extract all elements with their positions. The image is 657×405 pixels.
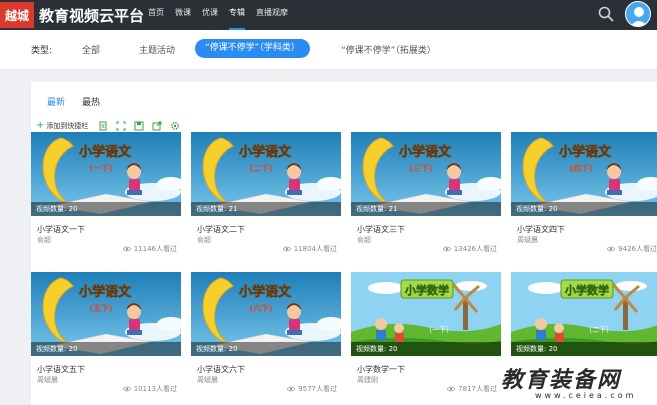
view-count-text: 10113人看过	[133, 385, 177, 393]
svg-text:(五下): (五下)	[89, 304, 112, 313]
add-to-quickbar-button[interactable]: + 添加到快捷栏	[36, 120, 88, 131]
video-count: 视频数量: 20	[511, 202, 657, 216]
album-author: 周斌晨	[197, 376, 218, 384]
watermark-url: www.ceiea.com	[535, 391, 637, 400]
svg-text:小学数学: 小学数学	[404, 283, 449, 297]
svg-text:(二下): (二下)	[249, 164, 272, 173]
sort-hottest[interactable]: 最热	[82, 95, 100, 108]
type-filter-bar: 类型: 全部 主题活动 “停课不停学”（学科类） “停课不停学”（拓展类）	[0, 30, 657, 70]
filter-extension[interactable]: “停课不停学”（拓展类）	[341, 43, 436, 56]
album-title[interactable]: 小学语文四下	[517, 224, 565, 235]
eye-icon	[282, 246, 291, 252]
album-title[interactable]: 小学语文五下	[37, 364, 85, 375]
svg-text:（二下）: （二下）	[585, 326, 613, 334]
settings-icon[interactable]	[170, 121, 180, 131]
view-count: 11804人看过	[282, 244, 337, 254]
video-count: 视频数量: 20	[511, 342, 657, 356]
album-author: 周建刚	[357, 376, 378, 384]
album-card[interactable]: 小学语文 (一下) 视频数量: 20 小学语文一下 俞超 11146人看过	[31, 132, 181, 254]
video-count: 视频数量: 21	[351, 202, 501, 216]
filter-subject[interactable]: “停课不停学”（学科类）	[195, 39, 310, 58]
album-author: 周斌晨	[37, 376, 58, 384]
nav-quality-course[interactable]: 优课	[202, 0, 218, 30]
watermark-logo: 教育装备网 www.ceiea.com	[495, 360, 655, 405]
site-title[interactable]: 教育视频云平台	[39, 5, 144, 26]
top-header: 越城 教育视频云平台 首页 微课 优课 专辑 直播观摩	[0, 0, 657, 30]
save-icon[interactable]	[134, 121, 144, 131]
svg-text:(四下): (四下)	[569, 164, 592, 173]
view-count-text: 9426人看过	[618, 245, 657, 253]
svg-text:(六下): (六下)	[249, 303, 272, 313]
view-count-text: 11804人看过	[293, 245, 337, 253]
svg-text:（一下）: （一下）	[425, 326, 453, 334]
view-count: 13426人看过	[442, 244, 497, 254]
nav-home[interactable]: 首页	[148, 0, 164, 30]
video-count: 视频数量: 20	[191, 342, 341, 356]
document-icon[interactable]	[98, 121, 108, 131]
eye-icon	[447, 386, 456, 392]
user-avatar[interactable]	[625, 1, 651, 27]
album-author: 俞超	[197, 236, 211, 244]
svg-text:小学数学: 小学数学	[564, 283, 609, 297]
user-icon	[630, 7, 648, 26]
view-count-text: 11146人看过	[133, 245, 177, 253]
main-nav: 首页 微课 优课 专辑 直播观摩	[148, 0, 299, 30]
view-count-text: 13426人看过	[453, 245, 497, 253]
album-author: 俞超	[37, 236, 51, 244]
eye-icon	[122, 246, 131, 252]
album-title[interactable]: 小学语文二下	[197, 224, 245, 235]
filter-label: 类型:	[31, 46, 53, 56]
add-to-quickbar-label: 添加到快捷栏	[46, 121, 89, 130]
album-panel: 最新 最热 + 添加到快捷栏 小学语文 (一下) 视频数量: 20 小学语文一下 俞超 1…	[31, 82, 657, 405]
svg-text:小学语文: 小学语文	[79, 144, 132, 160]
eye-icon	[607, 246, 616, 252]
album-card[interactable]: 小学数学 （一下） 视频数量: 20 小学数学一下 周建刚 7817人看过	[351, 272, 501, 394]
album-card[interactable]: 小学语文 (二下) 视频数量: 21 小学语文二下 俞超 11804人看过	[191, 132, 341, 254]
album-title[interactable]: 小学语文三下	[357, 224, 405, 235]
search-icon[interactable]	[597, 5, 615, 23]
album-title[interactable]: 小学语文一下	[37, 224, 85, 235]
svg-text:小学语文: 小学语文	[239, 144, 292, 160]
plus-icon: +	[36, 120, 45, 131]
logo-badge[interactable]: 越城	[0, 2, 34, 28]
fullscreen-icon[interactable]	[116, 121, 126, 131]
view-count: 10113人看过	[122, 384, 177, 394]
watermark-text: 教育装备网	[501, 367, 622, 393]
video-count: 视频数量: 20	[351, 342, 501, 356]
album-author: 俞超	[357, 236, 371, 244]
eye-icon	[122, 386, 131, 392]
video-count: 视频数量: 20	[31, 202, 181, 216]
view-count: 9577人看过	[287, 384, 337, 394]
album-title[interactable]: 小学语文六下	[197, 364, 245, 375]
filter-all[interactable]: 全部	[82, 43, 100, 56]
nav-live[interactable]: 直播观摩	[256, 0, 288, 30]
view-count-text: 9577人看过	[298, 385, 337, 393]
eye-icon	[287, 386, 296, 392]
sort-newest[interactable]: 最新	[47, 95, 65, 108]
nav-micro-course[interactable]: 微课	[175, 0, 191, 30]
album-title[interactable]: 小学数学一下	[357, 364, 405, 375]
filter-theme-activity[interactable]: 主题活动	[139, 43, 175, 56]
svg-text:小学语文: 小学语文	[559, 144, 612, 160]
quick-toolbar: + 添加到快捷栏	[36, 119, 184, 132]
album-card[interactable]: 小学语文 (三下) 视频数量: 21 小学语文三下 俞超 13426人看过	[351, 132, 501, 254]
album-card[interactable]: 小学语文 (五下) 视频数量: 20 小学语文五下 周斌晨 10113人看过	[31, 272, 181, 394]
svg-text:(一下): (一下)	[89, 164, 112, 173]
album-card[interactable]: 小学语文 (六下) 视频数量: 20 小学语文六下 周斌晨 9577人看过	[191, 272, 341, 394]
video-count: 视频数量: 21	[191, 202, 341, 216]
album-card[interactable]: 小学语文 (四下) 视频数量: 20 小学语文四下 周斌晨 9426人看过	[511, 132, 657, 254]
album-author: 周斌晨	[517, 236, 538, 244]
export-icon[interactable]	[152, 121, 162, 131]
view-count: 7817人看过	[447, 384, 497, 394]
svg-text:小学语文: 小学语文	[239, 284, 292, 300]
eye-icon	[442, 246, 451, 252]
nav-album[interactable]: 专辑	[229, 0, 245, 30]
svg-text:小学语文: 小学语文	[399, 144, 452, 160]
video-count: 视频数量: 20	[31, 342, 181, 356]
view-count-text: 7817人看过	[458, 385, 497, 393]
view-count: 11146人看过	[122, 244, 177, 254]
svg-text:(三下): (三下)	[409, 164, 432, 173]
view-count: 9426人看过	[607, 244, 657, 254]
svg-text:小学语文: 小学语文	[79, 284, 132, 300]
